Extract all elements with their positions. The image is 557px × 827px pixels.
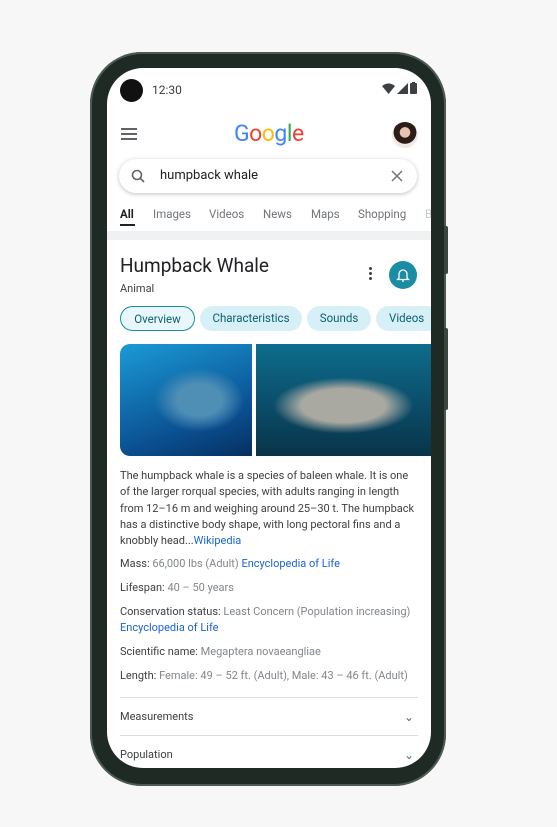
tab-active-indicator	[120, 224, 135, 226]
chip-sounds[interactable]: Sounds	[307, 306, 371, 331]
wifi-icon	[382, 83, 395, 94]
description: The humpback whale is a species of balee…	[120, 468, 420, 549]
tab-images[interactable]: Images	[153, 207, 191, 221]
source-link[interactable]: Encyclopedia of Life	[120, 621, 218, 634]
fact-mass: Mass: 66,000 lbs (Adult) Encyclopedia of…	[120, 556, 420, 572]
fact-lifespan: Lifespan: 40 – 50 years	[120, 580, 420, 596]
screen: 12:30 Google humpback whale All Images V…	[107, 68, 431, 768]
tab-news[interactable]: News	[263, 207, 292, 221]
whale-image-2[interactable]	[256, 344, 431, 456]
fact-conservation: Conservation status: Least Concern (Popu…	[120, 604, 420, 636]
description-text: The humpback whale is a species of balee…	[120, 469, 415, 548]
avatar[interactable]	[392, 122, 418, 148]
section-population[interactable]: Population ⌄	[120, 735, 418, 768]
search-icon	[131, 169, 145, 183]
panel-subtitle: Animal	[120, 282, 155, 295]
section-label: Measurements	[120, 710, 194, 723]
fact-label: Scientific name:	[120, 645, 198, 658]
google-logo[interactable]: Google	[234, 120, 304, 147]
menu-icon[interactable]	[121, 128, 137, 140]
search-input[interactable]: humpback whale	[119, 159, 417, 193]
section-measurements[interactable]: Measurements ⌄	[120, 697, 418, 735]
more-options-icon[interactable]	[369, 267, 372, 280]
fact-label: Length:	[120, 669, 157, 682]
volume-button	[444, 328, 448, 410]
source-link[interactable]: Encyclopedia of Life	[241, 557, 339, 570]
fact-value: 40 – 50 years	[164, 581, 234, 594]
divider-band	[107, 231, 431, 240]
fact-scientific-name: Scientific name: Megaptera novaeangliae	[120, 644, 420, 660]
wikipedia-link[interactable]: Wikipedia	[194, 534, 242, 547]
status-time: 12:30	[152, 83, 182, 97]
tab-more[interactable]: B	[425, 207, 431, 221]
fact-length: Length: Female: 49 – 52 ft. (Adult), Mal…	[120, 668, 420, 684]
signal-icon	[397, 82, 408, 94]
fact-label: Conservation status:	[120, 605, 221, 618]
fact-label: Lifespan:	[120, 581, 165, 594]
tab-shopping[interactable]: Shopping	[358, 207, 406, 221]
fact-value: Least Concern (Population increasing)	[220, 605, 411, 618]
chip-overview[interactable]: Overview	[120, 306, 195, 331]
tab-all[interactable]: All	[120, 207, 134, 221]
fact-label: Mass:	[120, 557, 150, 570]
search-query: humpback whale	[160, 168, 259, 183]
power-button	[444, 226, 448, 274]
chevron-down-icon: ⌄	[403, 710, 414, 724]
status-icons	[382, 82, 417, 94]
camera-cutout	[120, 79, 143, 102]
chip-characteristics[interactable]: Characteristics	[200, 306, 302, 331]
fact-value: Female: 49 – 52 ft. (Adult), Male: 43 – …	[156, 669, 408, 682]
panel-title: Humpback Whale	[120, 254, 270, 277]
tab-maps[interactable]: Maps	[311, 207, 340, 221]
fact-value: Megaptera novaeangliae	[197, 645, 321, 658]
chip-videos[interactable]: Videos	[376, 306, 431, 331]
chevron-down-icon: ⌄	[403, 748, 414, 762]
follow-button[interactable]	[389, 261, 417, 289]
tab-videos[interactable]: Videos	[209, 207, 244, 221]
bell-add-icon	[396, 269, 410, 282]
battery-icon	[410, 82, 417, 94]
section-label: Population	[120, 748, 173, 761]
whale-image-1[interactable]	[120, 344, 252, 456]
clear-icon[interactable]	[391, 170, 403, 182]
fact-value: 66,000 lbs (Adult)	[149, 557, 242, 570]
